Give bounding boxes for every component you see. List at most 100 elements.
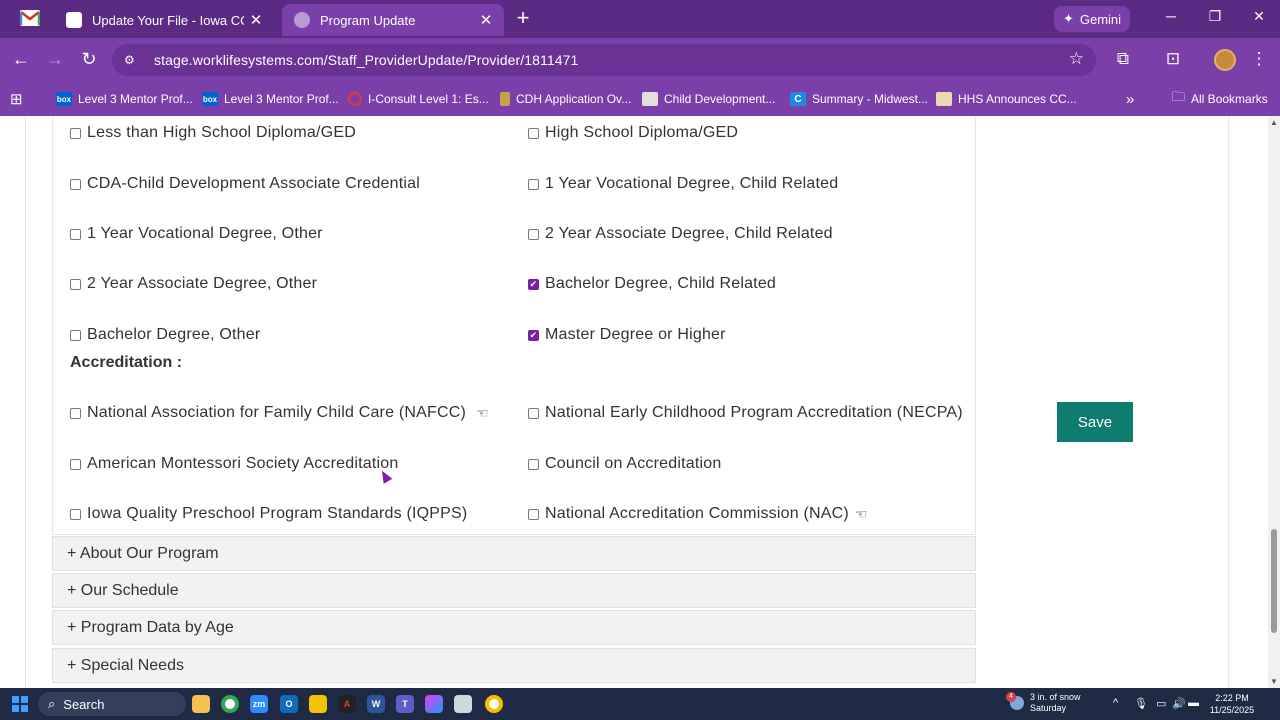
- display-icon[interactable]: ▭: [1156, 697, 1166, 710]
- close-tab-icon[interactable]: ✕: [474, 11, 498, 29]
- box-icon: box: [202, 92, 218, 106]
- weather-widget[interactable]: 4 3 in. of snow Saturday: [1006, 692, 1081, 714]
- checkbox[interactable]: [528, 508, 539, 520]
- bookmark-label: I-Consult Level 1: Es...: [368, 92, 489, 106]
- checkbox[interactable]: [528, 407, 539, 419]
- file-explorer-icon[interactable]: [192, 695, 210, 713]
- snipping-tool-icon[interactable]: [454, 695, 472, 713]
- close-window-icon[interactable]: ✕: [1244, 8, 1274, 25]
- bookmark-item[interactable]: CDH Application Ov...: [500, 89, 631, 109]
- copilot-icon[interactable]: [425, 695, 443, 713]
- site-settings-icon[interactable]: ⚙: [124, 53, 142, 67]
- outlook-icon[interactable]: O: [280, 695, 298, 713]
- tab-bar: Update Your File - Iowa CCR&R ✕ Program …: [0, 0, 1280, 38]
- checkbox[interactable]: [70, 407, 81, 419]
- education-option[interactable]: 2 Year Associate Degree, Child Related: [528, 225, 833, 243]
- gemini-button[interactable]: ✦ Gemini: [1054, 6, 1130, 32]
- checkbox[interactable]: [528, 178, 539, 190]
- extensions-icon[interactable]: ⧉: [1112, 49, 1134, 69]
- accreditation-option[interactable]: Council on Accreditation: [528, 455, 721, 473]
- taskbar-search[interactable]: ⌕ Search: [38, 692, 186, 716]
- tray-chevron-icon[interactable]: ^: [1113, 697, 1118, 709]
- battery-icon[interactable]: ▬: [1188, 697, 1199, 709]
- bookmark-item[interactable]: box Level 3 Mentor Prof...: [56, 89, 193, 109]
- reload-icon[interactable]: ↻: [78, 49, 100, 70]
- scroll-thumb[interactable]: [1271, 529, 1277, 633]
- all-bookmarks[interactable]: 🗀 All Bookmarks: [1172, 89, 1268, 109]
- checkbox[interactable]: [528, 458, 539, 470]
- section-about-our-program[interactable]: + About Our Program: [52, 536, 976, 571]
- checkbox[interactable]: [70, 508, 81, 520]
- accreditation-option[interactable]: American Montessori Society Accreditatio…: [70, 455, 398, 473]
- section-our-schedule[interactable]: + Our Schedule: [52, 573, 976, 608]
- more-bookmarks-chevron-icon[interactable]: »: [1126, 89, 1134, 109]
- page-scrollbar[interactable]: ▲ ▼: [1268, 116, 1280, 688]
- checkbox[interactable]: [70, 178, 81, 190]
- tab-program-update[interactable]: Program Update ✕: [282, 4, 504, 36]
- section-special-needs[interactable]: + Special Needs: [52, 648, 976, 683]
- back-arrow-icon[interactable]: ←: [10, 49, 32, 70]
- checkbox[interactable]: [70, 127, 81, 139]
- education-option[interactable]: 2 Year Associate Degree, Other: [70, 275, 317, 293]
- minimize-icon[interactable]: ─: [1156, 8, 1186, 24]
- bookmark-star-icon[interactable]: ☆: [1069, 49, 1084, 69]
- education-option[interactable]: 1 Year Vocational Degree, Other: [70, 225, 323, 243]
- forward-arrow-icon[interactable]: →: [44, 49, 66, 70]
- profile-avatar[interactable]: [1214, 49, 1236, 71]
- volume-icon[interactable]: 🔊: [1172, 697, 1186, 710]
- checkbox[interactable]: [70, 458, 81, 470]
- section-program-data-by-age[interactable]: + Program Data by Age: [52, 610, 976, 645]
- zoom-icon[interactable]: zm: [250, 695, 268, 713]
- microphone-icon[interactable]: 🎙: [1134, 697, 1148, 710]
- checkbox-checked[interactable]: ✔: [528, 329, 539, 341]
- option-label: 1 Year Vocational Degree, Child Related: [545, 175, 839, 192]
- sticky-notes-icon[interactable]: [309, 695, 327, 713]
- chrome-icon[interactable]: [221, 695, 239, 713]
- cast-search-icon[interactable]: ⊡: [1162, 49, 1184, 69]
- education-option[interactable]: CDA-Child Development Associate Credenti…: [70, 175, 420, 193]
- checkbox[interactable]: [70, 329, 81, 341]
- scroll-up-arrow-icon[interactable]: ▲: [1270, 118, 1278, 127]
- system-clock[interactable]: 2:22 PM 11/25/2025: [1208, 692, 1256, 716]
- gmail-icon[interactable]: [20, 10, 40, 26]
- teams-icon[interactable]: T: [396, 695, 414, 713]
- new-tab-button[interactable]: +: [512, 7, 534, 29]
- menu-kebab-icon[interactable]: ⋮: [1248, 49, 1270, 69]
- pointer-hand-icon: ☜: [854, 505, 868, 522]
- checkbox[interactable]: [70, 278, 81, 290]
- accreditation-option[interactable]: National Early Childhood Program Accredi…: [528, 404, 963, 422]
- acrobat-icon[interactable]: A: [338, 695, 356, 713]
- checkbox[interactable]: [70, 228, 81, 240]
- accreditation-heading: Accreditation :: [70, 354, 183, 371]
- windows-start-icon[interactable]: [12, 696, 28, 712]
- education-option[interactable]: ✔ Master Degree or Higher: [528, 326, 726, 344]
- bookmark-item[interactable]: HHS Announces CC...: [936, 89, 1077, 109]
- tab-title: Update Your File - Iowa CCR&R: [92, 12, 244, 28]
- scroll-down-arrow-icon[interactable]: ▼: [1270, 677, 1278, 686]
- bookmark-item[interactable]: I-Consult Level 1: Es...: [348, 89, 489, 109]
- education-option[interactable]: ✔ Bachelor Degree, Child Related: [528, 275, 776, 293]
- apps-grid-icon[interactable]: ⊞: [10, 89, 23, 109]
- address-bar[interactable]: ⚙ stage.worklifesystems.com/Staff_Provid…: [112, 44, 1096, 76]
- word-icon[interactable]: W: [367, 695, 385, 713]
- education-option[interactable]: High School Diploma/GED: [528, 124, 738, 142]
- bookmark-item[interactable]: Child Development...: [642, 89, 775, 109]
- folder-icon: 🗀: [1172, 89, 1186, 104]
- pointer-hand-icon: ☜: [476, 404, 489, 421]
- tab-update-your-file[interactable]: Update Your File - Iowa CCR&R ✕: [54, 4, 274, 36]
- chrome-active-icon[interactable]: [485, 695, 503, 713]
- save-button[interactable]: Save: [1057, 402, 1133, 442]
- accreditation-option[interactable]: National Accreditation Commission (NAC) …: [528, 505, 868, 523]
- restore-icon[interactable]: ❐: [1200, 8, 1230, 25]
- education-option[interactable]: 1 Year Vocational Degree, Child Related: [528, 175, 838, 193]
- education-option[interactable]: Bachelor Degree, Other: [70, 326, 260, 344]
- checkbox-checked[interactable]: ✔: [528, 278, 539, 290]
- close-tab-icon[interactable]: ✕: [244, 11, 268, 29]
- checkbox[interactable]: [528, 228, 539, 240]
- checkbox[interactable]: [528, 127, 539, 139]
- accreditation-option[interactable]: Iowa Quality Preschool Program Standards…: [70, 505, 467, 523]
- bookmark-item[interactable]: box Level 3 Mentor Prof...: [202, 89, 339, 109]
- education-option[interactable]: Less than High School Diploma/GED: [70, 124, 356, 142]
- accreditation-option[interactable]: National Association for Family Child Ca…: [70, 404, 489, 422]
- bookmark-item[interactable]: C Summary - Midwest...: [790, 89, 928, 109]
